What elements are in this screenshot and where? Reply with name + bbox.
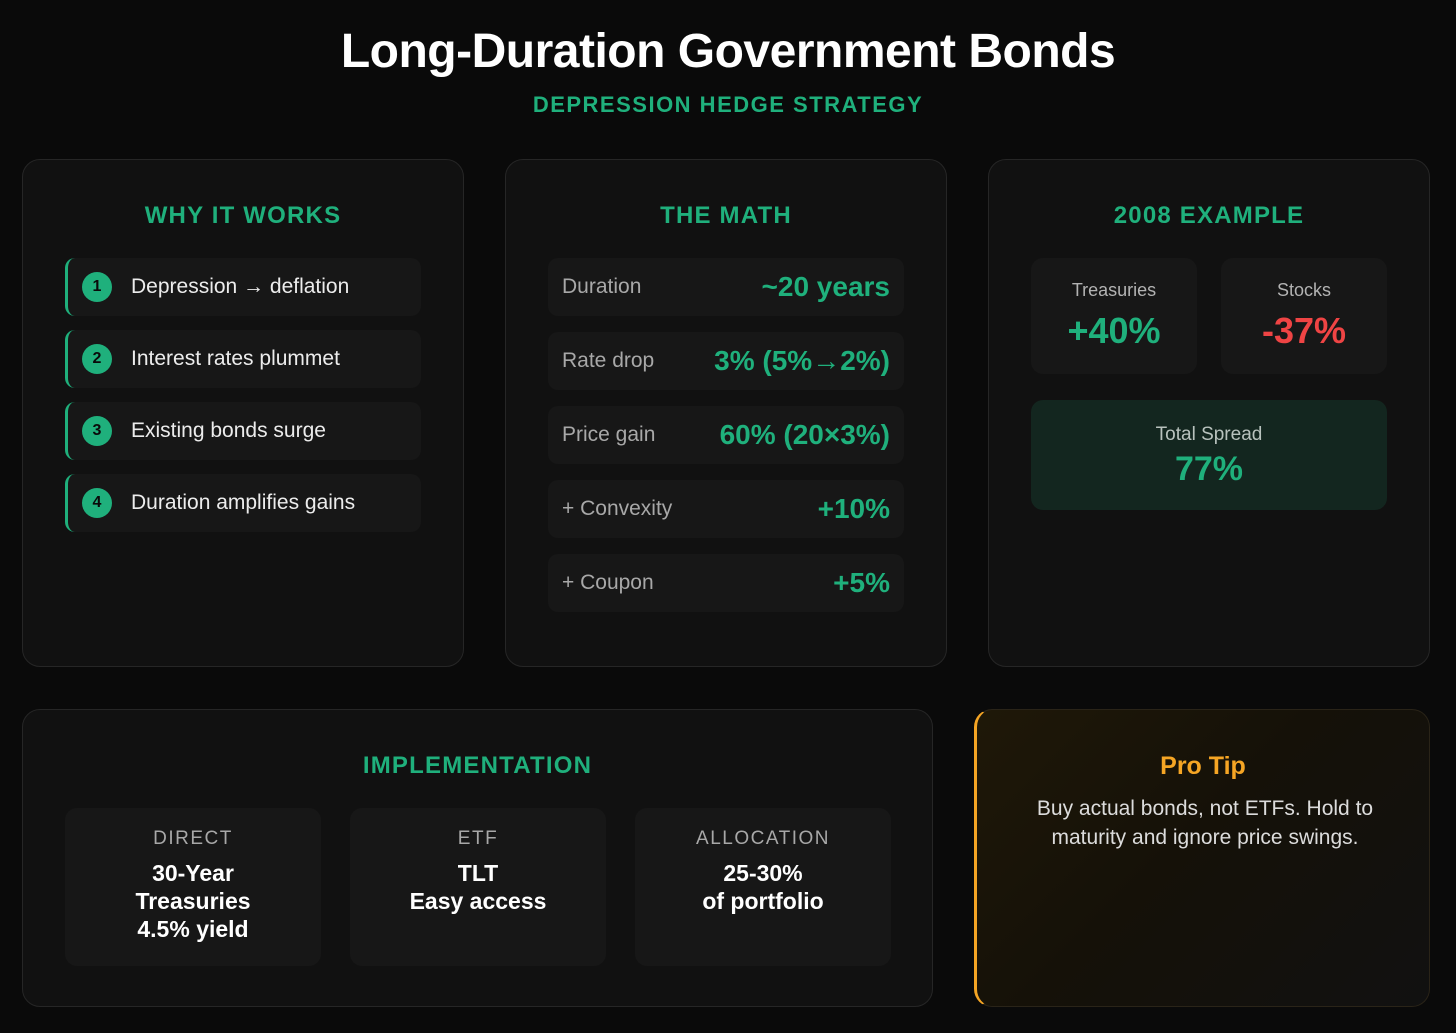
why-item-text: Interest rates plummet: [131, 347, 340, 370]
direct-line: 30-Year: [152, 860, 234, 886]
stocks-value: -37%: [1261, 310, 1347, 351]
the-math-title: THE MATH: [660, 202, 792, 229]
example-2008-title: 2008 EXAMPLE: [1113, 202, 1305, 229]
etf-line: TLT: [457, 860, 499, 886]
math-row-label: Price gain: [562, 423, 656, 446]
step-number-badge: 3: [82, 416, 112, 446]
why-item: 1 Depression → deflation: [65, 258, 421, 316]
why-item: 3 Existing bonds surge: [65, 402, 421, 460]
allocation-label: ALLOCATION: [696, 828, 830, 849]
math-row-label: Rate drop: [562, 349, 655, 372]
treasuries-value: +40%: [1067, 310, 1161, 351]
why-item: 4 Duration amplifies gains: [65, 474, 421, 532]
pro-tip-text: Buy actual bonds, not ETFs. Hold to matu…: [1036, 797, 1374, 849]
direct-line: Treasuries: [135, 888, 251, 914]
total-spread-label: Total Spread: [1155, 424, 1263, 445]
math-row-value: +10%: [817, 493, 890, 524]
implementation-title: IMPLEMENTATION: [362, 752, 593, 779]
why-it-works-card: WHY IT WORKS 1 Depression → deflation 2 …: [22, 159, 464, 667]
allocation-line: of portfolio: [702, 888, 824, 914]
math-row-value: 60% (20×3%): [719, 419, 890, 450]
math-row: Rate drop 3% (5%→2%): [548, 332, 904, 390]
stocks-label: Stocks: [1276, 280, 1332, 300]
why-item-text: Depression → deflation: [131, 275, 350, 298]
treasuries-stat: Treasuries +40%: [1031, 258, 1197, 374]
the-math-card: THE MATH Duration ~20 years Rate drop 3%…: [505, 159, 947, 667]
allocation-line: 25-30%: [723, 860, 803, 886]
direct-option: DIRECT 30-Year Treasuries 4.5% yield: [65, 808, 321, 966]
page-title: Long-Duration Government Bonds: [340, 25, 1116, 78]
step-number-badge: 2: [82, 344, 112, 374]
math-row-value: ~20 years: [761, 271, 890, 302]
example-2008-card: 2008 EXAMPLE Treasuries +40% Stocks -37%…: [988, 159, 1430, 667]
why-item-text: Existing bonds surge: [131, 419, 326, 442]
math-row: + Coupon +5%: [548, 554, 904, 612]
etf-option: ETF TLT Easy access: [350, 808, 606, 966]
etf-label: ETF: [457, 828, 499, 849]
step-number-badge: 4: [82, 488, 112, 518]
pro-tip-card: Pro Tip Buy actual bonds, not ETFs. Hold…: [974, 709, 1430, 1007]
total-spread-value: 77%: [1174, 450, 1244, 488]
math-row-value: +5%: [833, 567, 890, 598]
math-row-label: + Convexity: [562, 497, 673, 520]
etf-line: Easy access: [409, 888, 547, 914]
math-row: Duration ~20 years: [548, 258, 904, 316]
implementation-card: IMPLEMENTATION DIRECT 30-Year Treasuries…: [22, 709, 933, 1007]
math-row: Price gain 60% (20×3%): [548, 406, 904, 464]
direct-line: 4.5% yield: [137, 916, 249, 942]
step-number-badge: 1: [82, 272, 112, 302]
math-row-value: 3% (5%→2%): [714, 345, 890, 376]
stocks-stat: Stocks -37%: [1221, 258, 1387, 374]
why-it-works-title: WHY IT WORKS: [144, 202, 342, 229]
why-item: 2 Interest rates plummet: [65, 330, 421, 388]
page: Long-Duration Government Bonds DEPRESSIO…: [0, 0, 1456, 1033]
math-row-label: + Coupon: [562, 571, 654, 594]
math-row: + Convexity +10%: [548, 480, 904, 538]
direct-label: DIRECT: [153, 828, 233, 849]
total-spread-box: Total Spread 77%: [1031, 400, 1387, 510]
treasuries-label: Treasuries: [1071, 280, 1157, 300]
why-item-text: Duration amplifies gains: [131, 491, 356, 514]
pro-tip-title: Pro Tip: [1160, 752, 1246, 780]
page-subtitle: DEPRESSION HEDGE STRATEGY: [532, 92, 924, 117]
math-row-label: Duration: [562, 275, 642, 298]
allocation-option: ALLOCATION 25-30% of portfolio: [635, 808, 891, 966]
